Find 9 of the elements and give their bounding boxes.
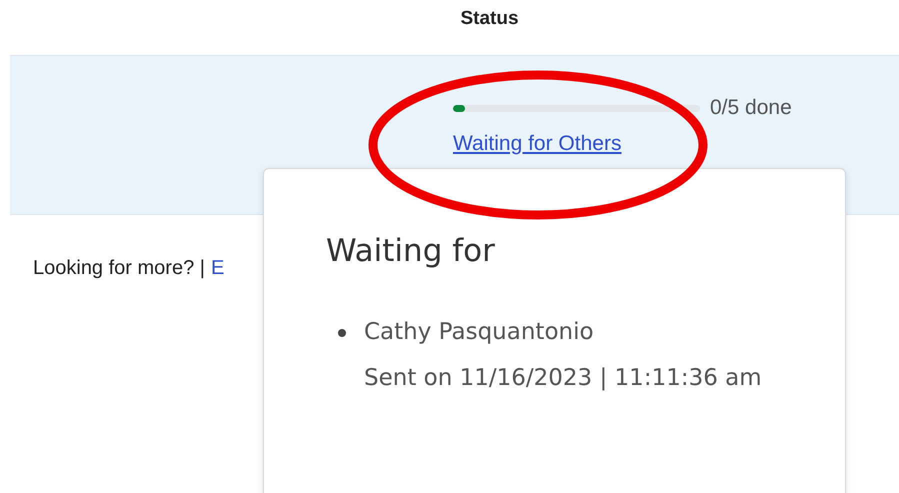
progress-reading: 0/5 done — [710, 96, 792, 120]
footer-link[interactable]: E — [210, 257, 224, 280]
popover-title: Waiting for — [326, 233, 496, 269]
status-link[interactable]: Waiting for Others — [453, 132, 622, 156]
column-header: Status — [460, 8, 519, 31]
footer-text: Looking for more? | — [33, 257, 205, 280]
sent-time: Sent on 11/16/2023 | 11:11:36 am — [364, 364, 762, 393]
bullet-icon — [338, 329, 346, 337]
recipient-name: Cathy Pasquantonio — [364, 318, 595, 347]
